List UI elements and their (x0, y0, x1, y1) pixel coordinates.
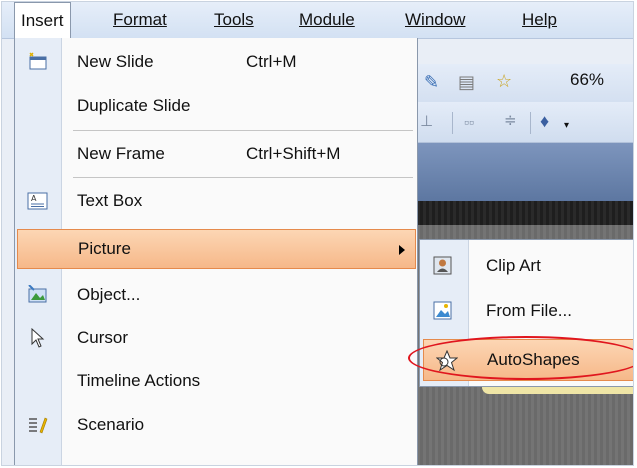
menu-item-scenario[interactable]: Scenario (15, 405, 417, 445)
menu-module-label: Module (299, 10, 355, 29)
menu-insert-label: Insert (21, 11, 64, 30)
menu-item-new-frame[interactable]: New Frame Ctrl+Shift+M (15, 134, 417, 174)
clip-art-icon (433, 256, 452, 275)
star-hand-icon[interactable]: ☆ (496, 71, 512, 91)
new-slide-icon (29, 52, 47, 70)
menu-window[interactable]: Window (405, 2, 465, 38)
properties-icon[interactable]: ▤ (458, 72, 475, 92)
menu-window-label: Window (405, 10, 466, 29)
menu-help[interactable]: Help (522, 2, 557, 38)
menu-item-label: New Frame (77, 144, 165, 163)
cursor-icon (31, 328, 45, 348)
menu-format-label: Format (113, 10, 167, 29)
menu-item-object[interactable]: Object... (15, 275, 417, 315)
panel-header (414, 143, 633, 201)
submenu-item-from-file[interactable]: From File... (420, 290, 633, 332)
menu-item-shortcut: Ctrl+M (246, 52, 297, 71)
toolbar-separator (452, 112, 453, 134)
text-box-icon: A (27, 192, 48, 210)
menu-item-label: Scenario (77, 415, 145, 434)
annotation-highlight-oval (408, 336, 633, 380)
dropdown-arrow-icon[interactable]: ▾ (564, 116, 569, 136)
fill-color-icon[interactable]: ♦ (540, 111, 549, 131)
menu-item-label: Duplicate Slide (77, 96, 191, 115)
menu-item-shortcut: Ctrl+Shift+M (246, 144, 341, 163)
menu-item-label: Timeline Actions (77, 371, 201, 390)
object-icon (28, 285, 47, 303)
menu-item-label: New Slide (77, 52, 154, 71)
zoom-level[interactable]: 66% (570, 70, 604, 90)
menu-module[interactable]: Module (299, 2, 355, 38)
distribute-vertical-icon[interactable]: ≑ (504, 111, 517, 131)
from-file-icon (433, 301, 452, 320)
submenu-arrow-icon (399, 245, 405, 255)
toolbar-separator (530, 112, 531, 134)
submenu-item-label: Clip Art (486, 256, 541, 275)
menu-item-timeline-actions[interactable]: Timeline Actions (15, 361, 417, 401)
menu-item-cursor[interactable]: Cursor (15, 318, 417, 358)
menu-item-label: Picture (78, 239, 131, 258)
align-bottom-icon[interactable]: ⊥ (420, 112, 433, 132)
menu-tools[interactable]: Tools (214, 2, 254, 38)
menu-tools-label: Tools (214, 10, 254, 29)
menu-item-label: Cursor (77, 328, 129, 347)
menu-format[interactable]: Format (113, 2, 167, 38)
menu-item-new-slide[interactable]: New Slide Ctrl+M (15, 42, 417, 82)
menu-bar: Insert Format Tools Module Window Help (2, 2, 633, 40)
animate-icon[interactable]: ✎ (424, 72, 439, 92)
timeline-strip (414, 201, 633, 225)
menu-help-label: Help (522, 10, 557, 29)
scenario-icon (29, 417, 48, 434)
menu-separator (73, 177, 413, 178)
menu-item-label: Text Box (77, 191, 143, 210)
insert-menu: New Slide Ctrl+M Duplicate Slide New Fra… (14, 38, 418, 465)
formatting-toolbar: ⊥ ▫▫ ≑ ♦ ▾ (414, 102, 633, 143)
submenu-item-clip-art[interactable]: Clip Art (420, 245, 633, 287)
menu-item-picture[interactable]: Picture (17, 229, 416, 269)
distribute-horizontal-icon[interactable]: ▫▫ (464, 112, 474, 132)
svg-text:A: A (31, 194, 37, 203)
menu-item-text-box[interactable]: A Text Box (15, 181, 417, 221)
app-window: ✎ ▤ ☆ 66% ⊥ ▫▫ ≑ ♦ ▾ Insert Format Tools… (1, 1, 634, 466)
menu-insert[interactable]: Insert (14, 2, 71, 40)
submenu-item-label: From File... (486, 301, 572, 320)
menu-item-duplicate-slide[interactable]: Duplicate Slide (15, 86, 417, 126)
menu-separator (73, 130, 413, 131)
menu-item-label: Object... (77, 285, 141, 304)
